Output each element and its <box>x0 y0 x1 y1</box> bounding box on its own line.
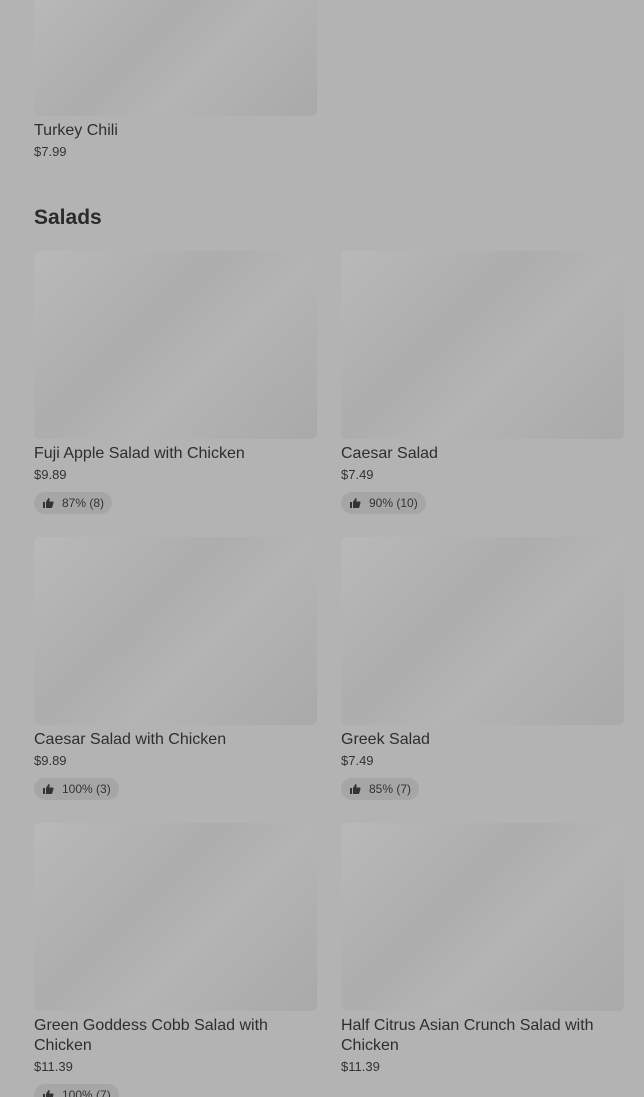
rating-badge: 87% (8) <box>34 492 113 514</box>
menu-item-name: Half Citrus Asian Crunch Salad with Chic… <box>341 1017 594 1054</box>
menu-item-card[interactable]: Fuji Apple Salad with Chicken $9.89 87% … <box>34 251 317 514</box>
thumbs-up-icon <box>350 784 361 794</box>
menu-item-image <box>341 537 624 725</box>
rating-text: 85% (7) <box>369 782 412 796</box>
rating-text: 100% (3) <box>62 782 111 796</box>
menu-item-price: $9.89 <box>34 753 67 768</box>
menu-item-price: $7.49 <box>341 753 374 768</box>
thumbs-up-icon <box>350 498 361 508</box>
menu-item-card[interactable]: Caesar Salad $7.49 90% (10) <box>341 251 624 514</box>
menu-item-image <box>341 251 624 439</box>
rating-text: 90% (10) <box>369 496 418 510</box>
rating-badge: 100% (7) <box>34 1084 119 1097</box>
menu-item-image <box>34 0 317 116</box>
menu-item-name: Turkey Chili <box>34 122 118 139</box>
rating-badge: 100% (3) <box>34 778 119 800</box>
thumbs-up-icon <box>43 1090 54 1097</box>
menu-item-name: Green Goddess Cobb Salad with Chicken <box>34 1017 268 1054</box>
menu-item-image <box>34 251 317 439</box>
menu-item-name: Greek Salad <box>341 731 430 748</box>
rating-badge: 85% (7) <box>341 778 420 800</box>
menu-item-image <box>34 537 317 725</box>
rating-text: 100% (7) <box>62 1088 111 1097</box>
menu-item-image <box>341 823 624 1011</box>
menu-page: Turkey Chili $7.99 Salads Fuji Apple Sal… <box>0 0 644 1097</box>
menu-item-card[interactable]: Greek Salad $7.49 85% (7) <box>341 537 624 800</box>
menu-item-card[interactable]: Half Citrus Asian Crunch Salad with Chic… <box>341 823 624 1075</box>
menu-item-price: $11.39 <box>341 1059 380 1074</box>
menu-item-price: $11.39 <box>34 1059 73 1074</box>
menu-item-card[interactable]: Green Goddess Cobb Salad with Chicken $1… <box>34 823 317 1097</box>
rating-badge: 90% (10) <box>341 492 426 514</box>
menu-item-price: $9.89 <box>34 467 67 482</box>
menu-item-card[interactable]: Caesar Salad with Chicken $9.89 100% (3) <box>34 537 317 800</box>
menu-item-name: Caesar Salad <box>341 445 438 462</box>
menu-item-price: $7.49 <box>341 467 374 482</box>
menu-item-name: Fuji Apple Salad with Chicken <box>34 445 245 462</box>
menu-item-image <box>34 823 317 1011</box>
thumbs-up-icon <box>43 784 54 794</box>
rating-text: 87% (8) <box>62 496 105 510</box>
section-title: Salads <box>34 206 102 229</box>
menu-item-name: Caesar Salad with Chicken <box>34 731 227 748</box>
thumbs-up-icon <box>43 498 54 508</box>
menu-item-price: $7.99 <box>34 144 67 159</box>
menu-item-card[interactable]: Turkey Chili $7.99 <box>34 0 317 160</box>
